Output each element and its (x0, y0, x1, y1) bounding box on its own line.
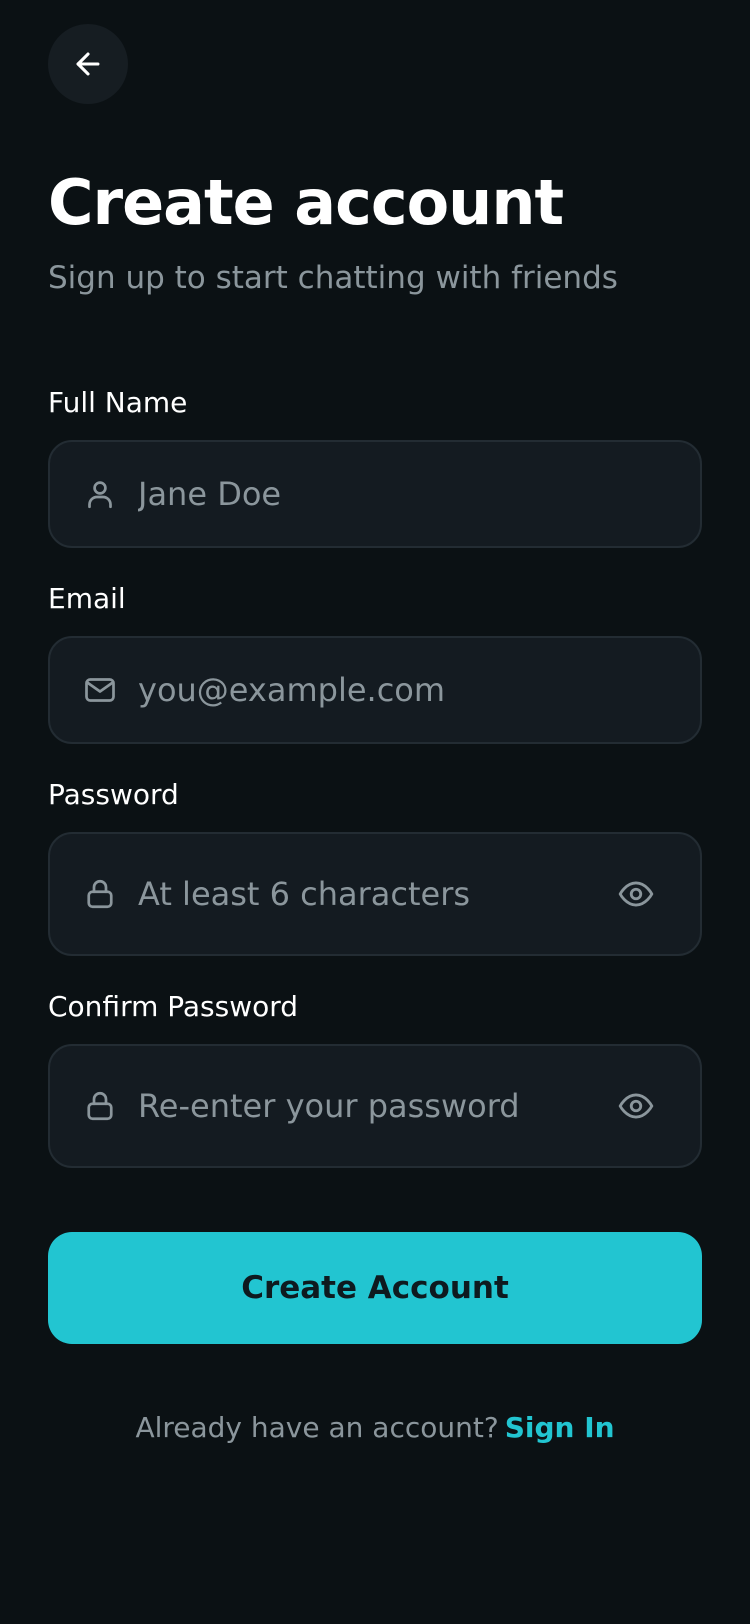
signup-screen: Create account Sign up to start chatting… (0, 0, 750, 1624)
arrow-left-icon (71, 47, 105, 81)
signin-prompt: Already have an account? Sign In (0, 1408, 750, 1447)
password-label: Password (48, 778, 179, 811)
email-label: Email (48, 582, 126, 615)
sign-in-link[interactable]: Sign In (505, 1411, 615, 1444)
confirm-password-input[interactable] (138, 1046, 616, 1166)
password-field (48, 832, 702, 956)
full-name-input[interactable] (138, 442, 700, 546)
lock-icon (82, 876, 118, 912)
confirm-password-field (48, 1044, 702, 1168)
eye-icon (617, 875, 655, 913)
full-name-field (48, 440, 702, 548)
lock-icon (82, 1088, 118, 1124)
confirm-password-visibility-toggle[interactable] (616, 1086, 656, 1126)
email-field (48, 636, 702, 744)
page-subtitle: Sign up to start chatting with friends (48, 260, 618, 296)
eye-icon (617, 1087, 655, 1125)
password-input[interactable] (138, 834, 616, 954)
confirm-password-label: Confirm Password (48, 990, 299, 1023)
create-account-button[interactable]: Create Account (48, 1232, 702, 1344)
mail-icon (82, 672, 118, 708)
back-button[interactable] (48, 24, 128, 104)
page-title: Create account (48, 166, 564, 239)
signin-prompt-text: Already have an account? (135, 1411, 499, 1444)
full-name-label: Full Name (48, 386, 188, 419)
email-input[interactable] (138, 638, 700, 742)
password-visibility-toggle[interactable] (616, 874, 656, 914)
user-icon (82, 476, 118, 512)
